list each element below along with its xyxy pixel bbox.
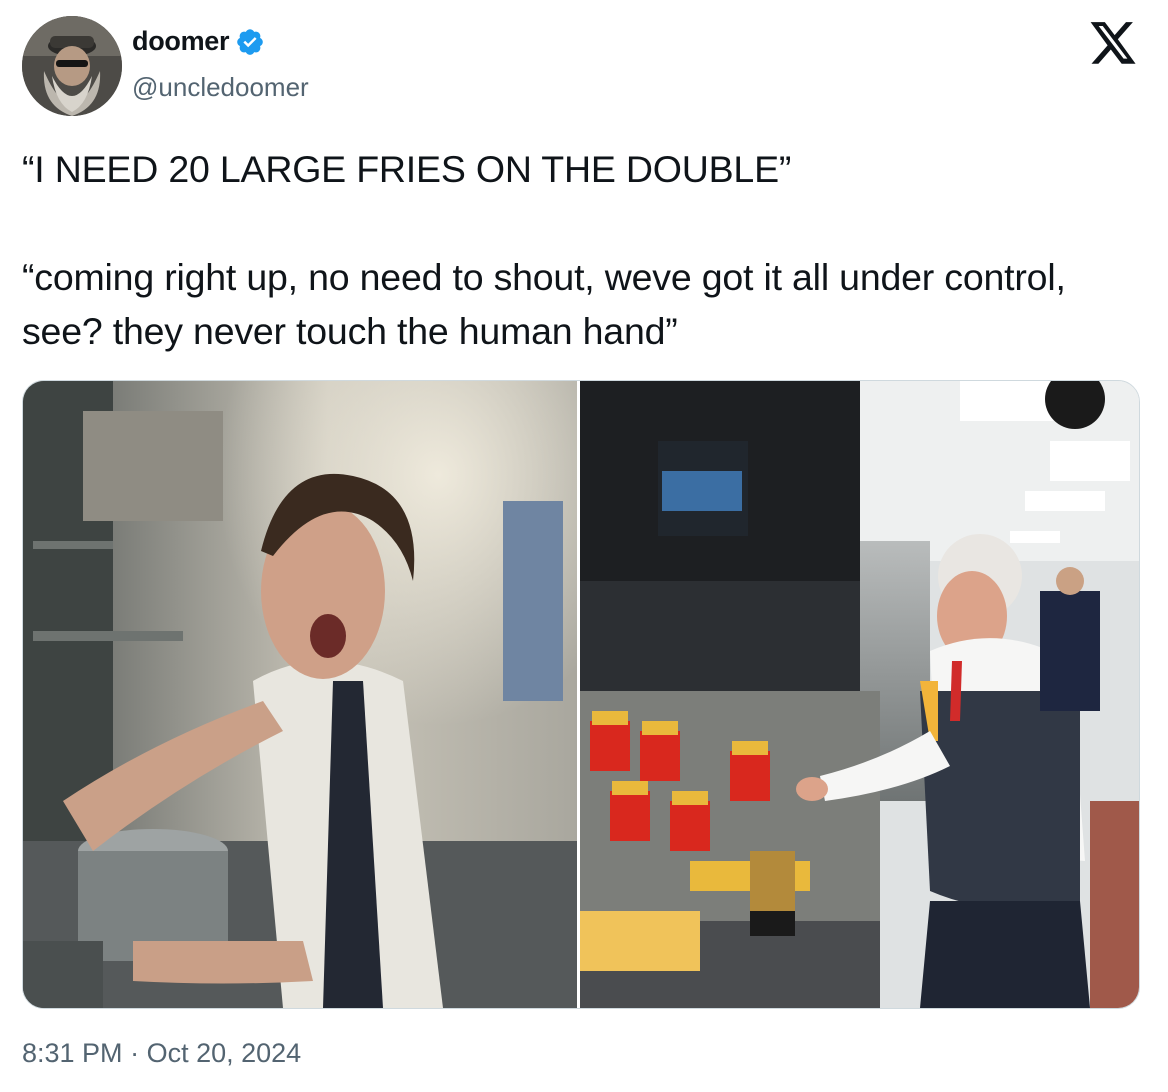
tweet-text: “I NEED 20 LARGE FRIES ON THE DOUBLE” “c… (22, 142, 1142, 358)
x-logo-icon[interactable] (1088, 22, 1138, 68)
media-photo-right[interactable] (580, 381, 1139, 1008)
tweet-text-line-1: “I NEED 20 LARGE FRIES ON THE DOUBLE” (22, 148, 792, 190)
verified-badge-icon (237, 28, 264, 55)
man-at-fry-station-image (580, 381, 1139, 1008)
tweet-timestamp[interactable]: 8:31 PM · Oct 20, 2024 (22, 1038, 301, 1069)
tweet-time: 8:31 PM (22, 1038, 123, 1068)
author-name-row[interactable]: doomer (132, 26, 265, 57)
tweet-text-line-2: “coming right up, no need to shout, weve… (22, 256, 1066, 352)
timestamp-separator: · (130, 1038, 140, 1068)
media-photo-left[interactable] (23, 381, 577, 1008)
tweet-date: Oct 20, 2024 (146, 1038, 302, 1068)
shouting-chef-kitchen-image (23, 381, 577, 1008)
author-handle[interactable]: @uncledoomer (132, 72, 309, 103)
avatar[interactable] (22, 16, 122, 116)
tweet-media-grid (22, 380, 1140, 1009)
bearded-man-avatar (22, 16, 122, 116)
author-display-name[interactable]: doomer (132, 26, 230, 57)
